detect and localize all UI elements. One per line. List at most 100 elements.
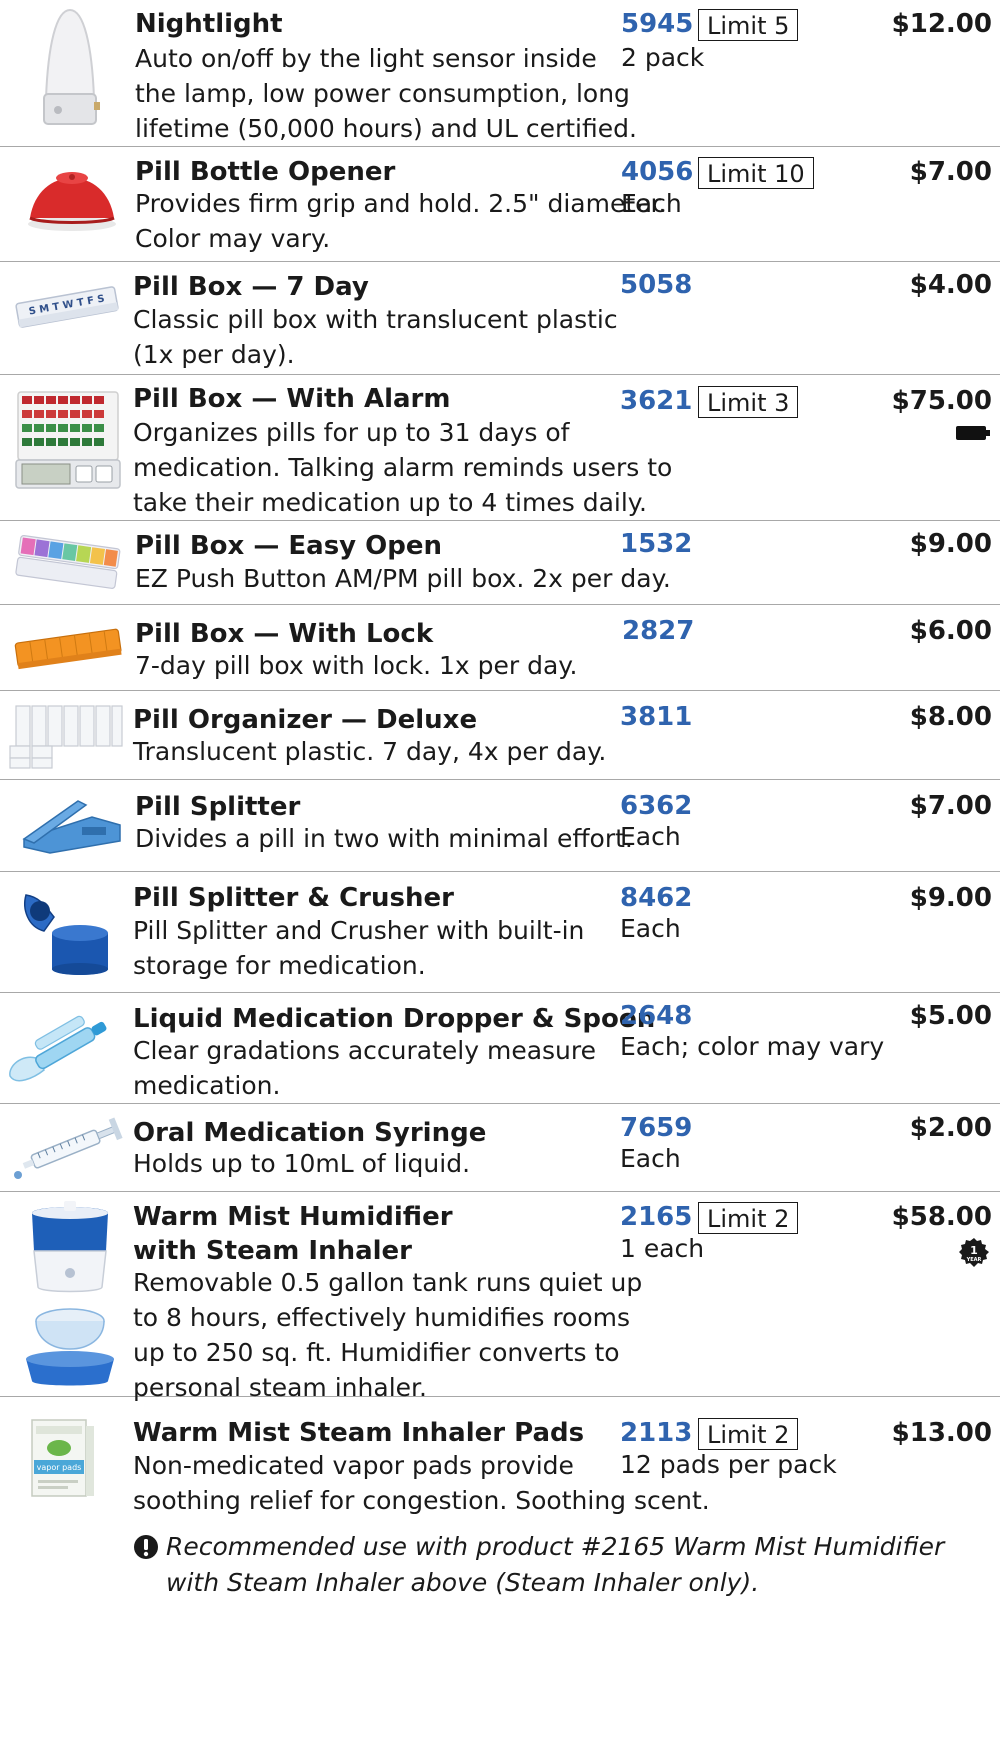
syringe-icon [8, 1111, 128, 1183]
limit-badge: Limit 2 [698, 1418, 799, 1450]
product-name: Pill Box — Easy Open [135, 531, 443, 561]
description-line: storage for medication. [133, 951, 426, 980]
product-code: 2165 [620, 1202, 693, 1232]
product-row-pill-box-with-lock: Pill Box — With Lock 7-day pill box with… [0, 604, 1000, 691]
product-row-dropper-spoon: Liquid Medication Dropper & Spoon Clear … [0, 992, 1000, 1104]
product-description: Pill Splitter and Crusher with built-in … [133, 913, 584, 983]
product-code: 7659 [620, 1113, 693, 1143]
product-name: Liquid Medication Dropper & Spoon [133, 1004, 656, 1034]
product-row-pill-box-easy-open: Pill Box — Easy Open EZ Push Button AM/P… [0, 520, 1000, 605]
note-line: Recommended use with product #2165 Warm … [166, 1532, 945, 1561]
description-line: take their medication up to 4 times dail… [133, 488, 647, 517]
description-line: EZ Push Button AM/PM pill box. 2x per da… [135, 564, 671, 593]
product-code: 5945 [621, 9, 694, 39]
limit-badge: Limit 10 [698, 157, 814, 189]
warranty-seal-icon: 1 YEAR [958, 1237, 990, 1269]
product-name: Warm Mist Humidifier with Steam Inhaler [133, 1200, 453, 1268]
alarm-pill-box-icon [12, 384, 124, 496]
bottle-opener-icon [22, 162, 122, 232]
product-code: 2827 [622, 616, 695, 646]
vapor-pads-box-icon: vapor pads [28, 1416, 98, 1500]
product-unit: 1 each [620, 1234, 705, 1263]
description-line: Auto on/off by the light sensor inside [135, 44, 597, 73]
product-row-pill-bottle-opener: Pill Bottle Opener Provides firm grip an… [0, 146, 1000, 262]
product-name: Pill Splitter [135, 792, 301, 822]
battery-icon [956, 424, 990, 442]
product-price: $12.00 [891, 9, 992, 39]
description-line: soothing relief for congestion. Soothing… [133, 1486, 710, 1515]
product-code: 2113 [620, 1418, 693, 1448]
description-line: Removable 0.5 gallon tank runs quiet up [133, 1268, 643, 1297]
product-description: Provides firm grip and hold. 2.5" diamet… [135, 186, 666, 256]
vapor-pads-label: vapor pads [37, 1463, 82, 1472]
product-row-pill-organizer-deluxe: Pill Organizer — Deluxe Translucent plas… [0, 690, 1000, 780]
product-price: $6.00 [909, 616, 992, 646]
description-line: Translucent plastic. 7 day, 4x per day. [133, 737, 607, 766]
product-price: $7.00 [909, 157, 992, 187]
product-name: Warm Mist Steam Inhaler Pads [133, 1418, 585, 1448]
product-row-warm-mist-humidifier: Warm Mist Humidifier with Steam Inhaler … [0, 1191, 1000, 1402]
product-row-nightlight: Nightlight Auto on/off by the light sens… [0, 0, 1000, 147]
lock-pill-box-icon [12, 620, 124, 674]
product-row-oral-syringe: Oral Medication Syringe Holds up to 10mL… [0, 1103, 1000, 1192]
product-name: Pill Organizer — Deluxe [133, 705, 478, 735]
product-price: $7.00 [909, 791, 992, 821]
product-name: Oral Medication Syringe [133, 1118, 487, 1148]
humidifier-icon [18, 1199, 122, 1389]
description-line: lifetime (50,000 hours) and UL certified… [135, 114, 637, 143]
product-name-line: Warm Mist Humidifier [133, 1202, 453, 1232]
product-code: 3621 [620, 386, 693, 416]
description-line: the lamp, low power consumption, long [135, 79, 630, 108]
product-price: $9.00 [909, 529, 992, 559]
description-line: Pill Splitter and Crusher with built-in [133, 916, 585, 945]
product-description: EZ Push Button AM/PM pill box. 2x per da… [135, 561, 671, 596]
product-code: 2648 [620, 1001, 693, 1031]
product-price: $2.00 [909, 1113, 992, 1143]
product-code: 4056 [621, 157, 694, 187]
rainbow-pill-box-icon [12, 530, 124, 592]
product-name: Pill Splitter & Crusher [133, 883, 454, 913]
product-description: Translucent plastic. 7 day, 4x per day. [133, 734, 606, 769]
product-row-pill-splitter-crusher: Pill Splitter & Crusher Pill Splitter an… [0, 871, 1000, 993]
product-code: 1532 [620, 529, 693, 559]
description-line: Clear gradations accurately measure [133, 1036, 597, 1065]
product-unit: 2 pack [621, 43, 705, 72]
product-name: Pill Box — With Alarm [133, 384, 451, 414]
product-description: Clear gradations accurately measure medi… [133, 1033, 596, 1103]
note-line: with Steam Inhaler above (Steam Inhaler … [166, 1568, 760, 1597]
limit-badge: Limit 5 [698, 9, 799, 41]
product-unit: Each; color may vary [620, 1032, 885, 1061]
description-line: medication. Talking alarm reminds users … [133, 453, 673, 482]
product-price: $58.00 [891, 1202, 992, 1232]
product-code: 5058 [620, 270, 693, 300]
usage-note: Recommended use with product #2165 Warm … [166, 1529, 944, 1601]
product-description: Organizes pills for up to 31 days of med… [133, 415, 672, 520]
product-code: 8462 [620, 883, 693, 913]
product-unit: Each [620, 822, 681, 851]
description-line: Provides firm grip and hold. 2.5" diamet… [135, 189, 667, 218]
product-name-line: with Steam Inhaler [133, 1236, 413, 1266]
product-price: $75.00 [891, 386, 992, 416]
description-line: up to 250 sq. ft. Humidifier converts to [133, 1338, 620, 1367]
description-line: to 8 hours, effectively humidifies rooms [133, 1303, 631, 1332]
product-code: 3811 [620, 702, 693, 732]
description-line: Holds up to 10mL of liquid. [133, 1149, 471, 1178]
product-name: Pill Box — 7 Day [133, 272, 369, 302]
pill-box-icon: S M T W T F S [14, 279, 120, 335]
product-description: Auto on/off by the light sensor inside t… [135, 41, 637, 146]
product-row-pill-box-with-alarm: Pill Box — With Alarm Organizes pills fo… [0, 374, 1000, 521]
pill-organizer-icon [8, 700, 124, 770]
product-price: $8.00 [909, 702, 992, 732]
product-name: Pill Box — With Lock [135, 619, 434, 649]
product-row-pill-splitter: Pill Splitter Divides a pill in two with… [0, 779, 1000, 872]
product-unit: Each [620, 1144, 681, 1173]
alert-icon [133, 1534, 159, 1560]
product-code: 6362 [620, 791, 693, 821]
product-description: 7-day pill box with lock. 1x per day. [135, 648, 577, 683]
product-description: Holds up to 10mL of liquid. [133, 1146, 470, 1181]
product-description: Divides a pill in two with minimal effor… [135, 821, 633, 856]
description-line: (1x per day). [133, 340, 295, 369]
description-line: Color may vary. [135, 224, 331, 253]
product-unit: 12 pads per pack [620, 1450, 837, 1479]
description-line: Classic pill box with translucent plasti… [133, 305, 618, 334]
